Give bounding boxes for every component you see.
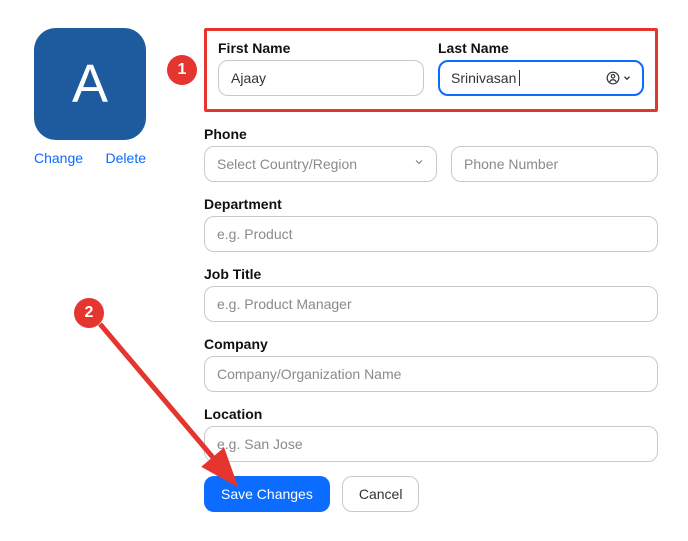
department-input[interactable] xyxy=(204,216,658,252)
phone-label: Phone xyxy=(204,126,658,142)
delete-avatar-link[interactable]: Delete xyxy=(106,150,146,166)
last-name-label: Last Name xyxy=(438,40,644,56)
avatar: A xyxy=(34,28,146,140)
first-name-label: First Name xyxy=(218,40,424,56)
last-name-input[interactable] xyxy=(438,60,644,96)
cancel-button[interactable]: Cancel xyxy=(342,476,420,512)
country-select[interactable] xyxy=(204,146,437,182)
name-fields-highlight: 1 First Name Last Name xyxy=(204,28,658,112)
company-label: Company xyxy=(204,336,658,352)
save-button[interactable]: Save Changes xyxy=(204,476,330,512)
department-label: Department xyxy=(204,196,658,212)
first-name-input[interactable] xyxy=(218,60,424,96)
location-label: Location xyxy=(204,406,658,422)
job-title-label: Job Title xyxy=(204,266,658,282)
phone-number-input[interactable] xyxy=(451,146,658,182)
annotation-badge-1: 1 xyxy=(167,55,197,85)
text-cursor xyxy=(519,70,520,86)
avatar-initial: A xyxy=(72,53,108,115)
job-title-input[interactable] xyxy=(204,286,658,322)
change-avatar-link[interactable]: Change xyxy=(34,150,83,166)
company-input[interactable] xyxy=(204,356,658,392)
annotation-badge-2: 2 xyxy=(74,298,104,328)
location-input[interactable] xyxy=(204,426,658,462)
